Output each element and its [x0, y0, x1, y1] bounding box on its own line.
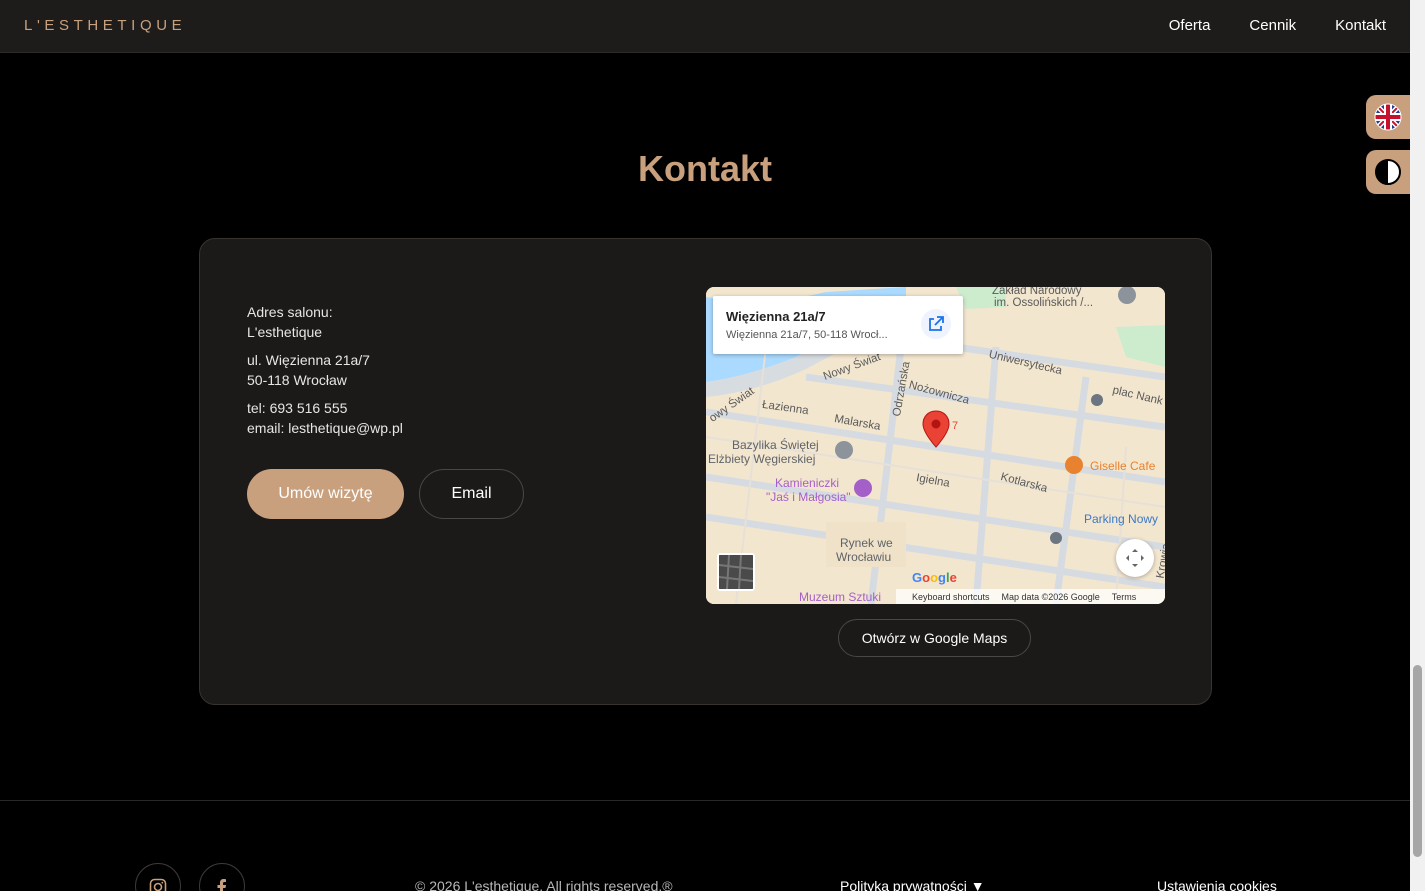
map-label-ossolineum: Zakład Narodowy — [992, 287, 1082, 297]
map-label-kamieniczki-2: "Jaś i Małgosia" — [766, 490, 851, 504]
map-attribution: Keyboard shortcuts Map data ©2026 Google… — [896, 589, 1165, 604]
copyright-text: © 2026 L'esthetique. All rights reserved… — [415, 878, 673, 891]
map-data-text: Map data ©2026 Google — [1001, 591, 1100, 602]
map-label-giselle-cafe: Giselle Cafe — [1090, 459, 1156, 473]
map-label-ossolineum-2: im. Ossolińskich /... — [994, 297, 1094, 309]
open-google-maps-button[interactable]: Otwórz w Google Maps — [838, 619, 1031, 657]
pin-label: 7 — [952, 420, 959, 432]
open-external-icon[interactable] — [921, 309, 951, 339]
map-label-rynek-2: Wrocławiu — [836, 550, 892, 564]
scrollbar-thumb[interactable] — [1413, 665, 1422, 857]
phone-number: tel: 693 516 555 — [247, 400, 348, 416]
privacy-policy-label: Polityka prywatności — [840, 878, 967, 891]
nav-link-oferta[interactable]: Oferta — [1169, 17, 1211, 34]
city-address: 50-118 Wrocław — [247, 372, 347, 388]
email-button[interactable]: Email — [419, 469, 524, 519]
chevron-down-icon: ▼ — [970, 878, 985, 891]
map-pan-control-icon[interactable] — [1116, 539, 1154, 577]
main-nav: Oferta Cennik Kontakt — [1130, 17, 1386, 34]
section-title: Kontakt — [638, 148, 772, 189]
map-label-bazylika-2: Elżbiety Węgierskiej — [708, 452, 816, 466]
map-label-rynek: Rynek we — [840, 536, 893, 550]
nav-link-kontakt[interactable]: Kontakt — [1335, 17, 1386, 34]
privacy-policy-link[interactable]: Polityka prywatności ▼ — [840, 878, 985, 891]
street-address: ul. Więzienna 21a/7 — [247, 352, 370, 368]
address-label: Adres salonu: — [247, 304, 333, 320]
map-label-bazylika: Bazylika Świętej — [732, 438, 819, 452]
google-logo: Google — [912, 570, 957, 585]
book-appointment-button[interactable]: Umów wizytę — [247, 469, 404, 519]
address-block: Adres salonu: L'esthetique ul. Więzienna… — [247, 302, 403, 438]
map-label-kamieniczki: Kamieniczki — [775, 476, 840, 490]
brand-logo[interactable]: L'ESTHETIQUE — [24, 17, 186, 34]
uk-flag-icon — [1374, 103, 1402, 131]
map-label-parking: Parking Nowy — [1084, 512, 1159, 526]
salon-name: L'esthetique — [247, 324, 323, 340]
facebook-icon — [217, 879, 226, 891]
place-info-card: Więzienna 21a/7 Więzienna 21a/7, 50-118 … — [713, 296, 963, 354]
place-address: Więzienna 21a/7, 50-118 Wrocł... — [726, 329, 888, 341]
map-satellite-toggle-icon[interactable] — [717, 553, 755, 591]
email-address: email: lesthetique@wp.pl — [247, 420, 403, 436]
location-pin-icon[interactable]: 7 — [922, 410, 958, 453]
language-switch-button[interactable] — [1366, 95, 1410, 139]
keyboard-shortcuts-link[interactable]: Keyboard shortcuts — [912, 592, 990, 602]
contact-card: Adres salonu: L'esthetique ul. Więzienna… — [199, 238, 1212, 705]
cookie-settings-link[interactable]: Ustawienia cookies — [1157, 878, 1277, 891]
place-title: Więzienna 21a/7 — [726, 309, 826, 324]
terms-link[interactable]: Terms — [1112, 592, 1137, 602]
map-label-muzeum: Muzeum Sztuki — [799, 590, 882, 604]
top-navbar: L'ESTHETIQUE Oferta Cennik Kontakt — [0, 0, 1410, 53]
instagram-icon — [149, 878, 167, 891]
google-map-embed[interactable]: Zakład Narodowy im. Ossolińskich /... Un… — [706, 287, 1165, 604]
nav-link-cennik[interactable]: Cennik — [1249, 17, 1296, 34]
